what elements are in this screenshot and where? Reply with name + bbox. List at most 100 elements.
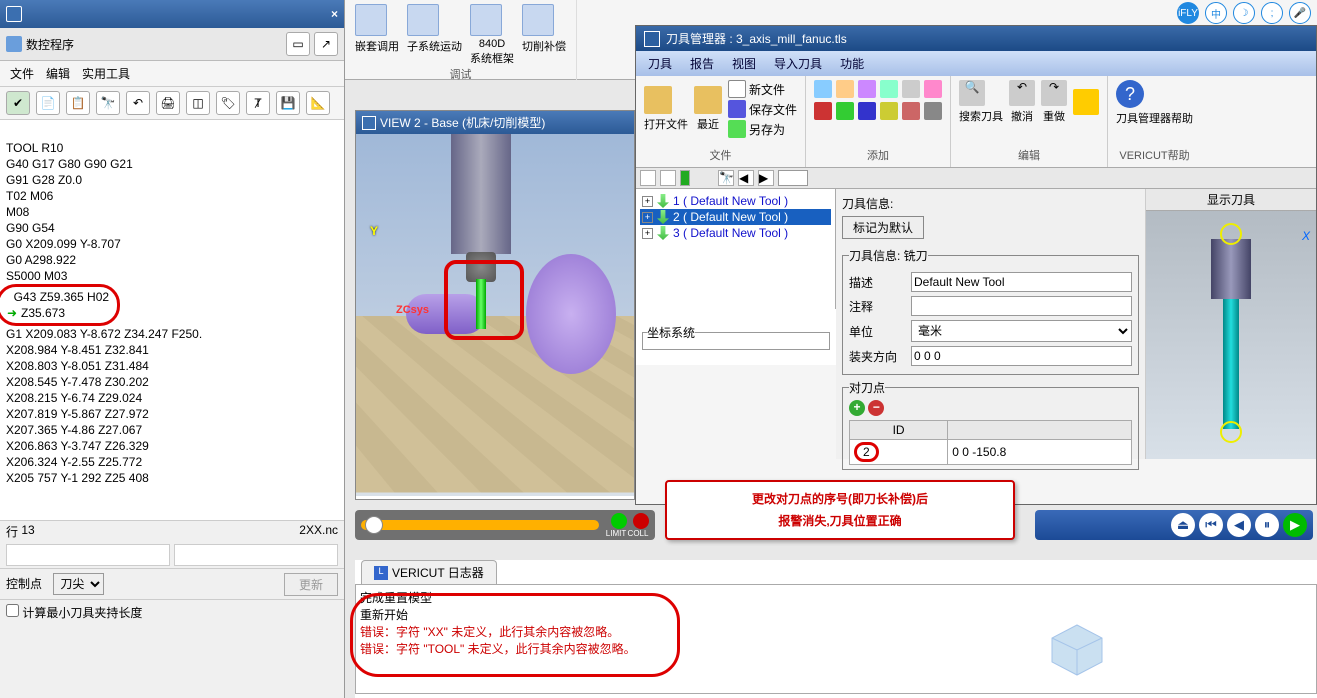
tm-menu-func[interactable]: 功能	[840, 55, 864, 72]
menu-tools[interactable]: 实用工具	[82, 65, 130, 82]
redo-icon[interactable]: ↷	[1041, 80, 1067, 106]
tree-item-3[interactable]: +3 ( Default New Tool )	[640, 225, 831, 241]
orient-input[interactable]	[911, 346, 1132, 366]
expand-icon[interactable]: +	[642, 228, 653, 239]
del-row-button[interactable]: −	[868, 400, 884, 416]
axis-x-label: X	[1302, 229, 1310, 243]
control-point-select[interactable]: 刀尖	[53, 573, 104, 595]
grid-1[interactable]	[6, 544, 170, 566]
measure-icon[interactable]: 📐	[306, 91, 330, 115]
gauge-marker-top-icon	[1220, 223, 1242, 245]
open-file-icon[interactable]	[644, 86, 672, 114]
help-icon[interactable]: ?	[1116, 80, 1144, 108]
log-tab[interactable]: L VERICUT 日志器	[361, 560, 497, 584]
close-icon[interactable]: ×	[331, 7, 338, 21]
tm-menu-import[interactable]: 导入刀具	[774, 55, 822, 72]
save-icon[interactable]: 💾	[276, 91, 300, 115]
add-probe-icon[interactable]	[924, 80, 942, 98]
split-icon[interactable]: ◫	[186, 91, 210, 115]
tree-item-1[interactable]: +1 ( Default New Tool )	[640, 193, 831, 209]
tm-menu-tool[interactable]: 刀具	[648, 55, 672, 72]
desc-input[interactable]	[911, 272, 1132, 292]
eject-button[interactable]: ⏏	[1171, 513, 1195, 537]
nc-icon-2[interactable]: 📋	[66, 91, 90, 115]
tool-display-3d[interactable]: 显示刀具 X	[1146, 189, 1316, 459]
recent-icon[interactable]	[694, 86, 722, 114]
tm-menu-view[interactable]: 视图	[732, 55, 756, 72]
check-icon[interactable]: ✔	[6, 91, 30, 115]
new-file-icon[interactable]	[728, 80, 746, 98]
speed-slider[interactable]	[361, 520, 599, 530]
mb-prev-icon[interactable]: ◀	[738, 170, 754, 186]
rewind-button[interactable]: ⏮	[1199, 513, 1223, 537]
tm-titlebar[interactable]: 刀具管理器 : 3_axis_mill_fanuc.tls	[636, 26, 1316, 51]
expand-icon[interactable]: +	[642, 212, 653, 223]
search-tool-icon[interactable]: 🔍	[959, 80, 985, 106]
mb-find-icon[interactable]: 🔭	[718, 170, 734, 186]
tool-tree[interactable]: +1 ( Default New Tool ) +2 ( Default New…	[636, 189, 836, 309]
subsys-icon[interactable]	[407, 4, 439, 36]
mic-icon[interactable]: 🎤	[1289, 2, 1311, 24]
pause-button[interactable]: ⏸	[1255, 513, 1279, 537]
unit-select[interactable]: 毫米	[911, 320, 1132, 342]
840d-icon[interactable]	[470, 4, 502, 36]
add-f-icon[interactable]	[924, 102, 942, 120]
id-value[interactable]: 2	[854, 442, 879, 462]
slider-knob[interactable]	[365, 516, 383, 534]
add-row-button[interactable]: +	[849, 400, 865, 416]
semicolon-icon[interactable]: ;	[1261, 2, 1283, 24]
add-b-icon[interactable]	[836, 102, 854, 120]
offset-value[interactable]: 0 0 -150.8	[948, 440, 1132, 465]
table-row[interactable]: 2 0 0 -150.8	[850, 440, 1132, 465]
add-tool-icon[interactable]	[814, 80, 832, 98]
strike-icon[interactable]: Ⱦ	[246, 91, 270, 115]
print-icon[interactable]: 🖨	[156, 91, 180, 115]
tree-item-2[interactable]: +2 ( Default New Tool )	[640, 209, 831, 225]
step-back-button[interactable]: ◀	[1227, 513, 1251, 537]
menu-edit[interactable]: 编辑	[46, 65, 70, 82]
mark-default-button[interactable]: 标记为默认	[842, 216, 924, 239]
zh-icon[interactable]: 中	[1205, 2, 1227, 24]
add-holder-icon[interactable]	[836, 80, 854, 98]
axis-y-label: Y	[370, 224, 378, 238]
add-c-icon[interactable]	[858, 102, 876, 120]
add-d-icon[interactable]	[880, 102, 898, 120]
lock-icon[interactable]	[1073, 89, 1099, 115]
add-shank-icon[interactable]	[880, 80, 898, 98]
log-body[interactable]: 完成重置模型 重新开始 错误：字符 "XX" 未定义，此行其余内容被忽略。 错误…	[355, 584, 1317, 694]
line-label: 行	[6, 523, 18, 540]
add-misc-icon[interactable]	[902, 80, 920, 98]
menu-file[interactable]: 文件	[10, 65, 34, 82]
play-button[interactable]: ▶	[1283, 513, 1307, 537]
nc-code-area[interactable]: TOOL R10 G40 G17 G80 G90 G21 G91 G28 Z0.…	[0, 120, 344, 520]
ifly-icon[interactable]: iFLY	[1177, 2, 1199, 24]
mb-next-icon[interactable]: ▶	[758, 170, 774, 186]
undo-icon[interactable]: ↶	[1009, 80, 1035, 106]
mb-1[interactable]	[640, 170, 656, 186]
expand-icon[interactable]: +	[642, 196, 653, 207]
tm-menu-report[interactable]: 报告	[690, 55, 714, 72]
add-e-icon[interactable]	[902, 102, 920, 120]
popout-icon[interactable]: ↗	[314, 32, 338, 56]
update-button[interactable]: 更新	[284, 573, 338, 596]
cutter-comp-icon[interactable]	[522, 4, 554, 36]
min-hold-checkbox[interactable]	[6, 604, 19, 617]
view-3d[interactable]: Y ZCsys	[356, 134, 634, 496]
undo-icon[interactable]: ↶	[126, 91, 150, 115]
note-input[interactable]	[911, 296, 1132, 316]
grid-2[interactable]	[174, 544, 338, 566]
collapse-icon[interactable]: ▭	[286, 32, 310, 56]
saveas-file-icon[interactable]	[728, 120, 746, 138]
add-insert-icon[interactable]	[858, 80, 876, 98]
mb-2[interactable]	[660, 170, 676, 186]
save-file-icon[interactable]	[728, 100, 746, 118]
mb-run-icon[interactable]	[680, 170, 690, 186]
tag-icon[interactable]: 🏷	[216, 91, 240, 115]
nc-icon-1[interactable]: 📄	[36, 91, 60, 115]
mb-input[interactable]	[778, 170, 808, 186]
moon-icon[interactable]: ☽	[1233, 2, 1255, 24]
nested-call-icon[interactable]	[355, 4, 387, 36]
add-a-icon[interactable]	[814, 102, 832, 120]
binoculars-icon[interactable]: 🔭	[96, 91, 120, 115]
min-hold-label: 计算最小刀具夹持长度	[22, 606, 142, 620]
